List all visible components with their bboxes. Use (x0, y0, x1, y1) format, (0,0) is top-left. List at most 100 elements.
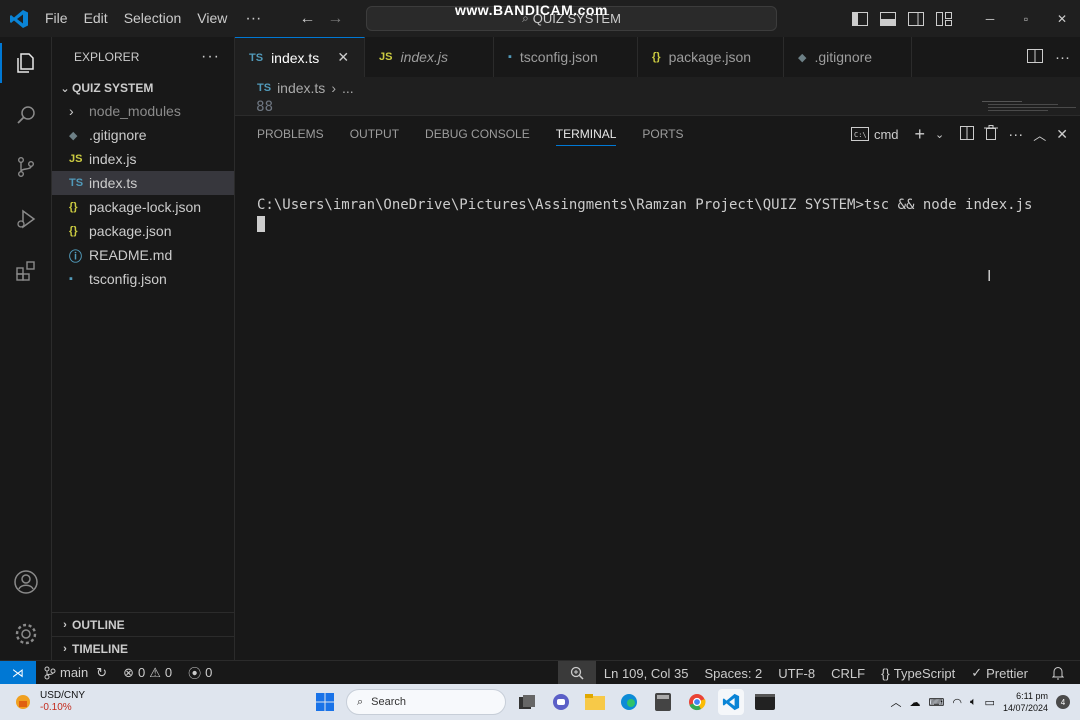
breadcrumb-rest[interactable]: ... (342, 80, 354, 96)
accounts-icon[interactable] (0, 556, 52, 608)
terminal-taskbar-icon[interactable] (752, 689, 778, 715)
tree-item-readme[interactable]: ⓘ README.md (52, 243, 234, 267)
weather-tray-icon[interactable]: ☁ (909, 696, 920, 709)
tab-problems[interactable]: PROBLEMS (257, 116, 324, 152)
js-icon: JS (379, 51, 393, 63)
taskbar-search[interactable]: ⌕ Search (346, 689, 506, 715)
folder-quiz-system[interactable]: ⌄ QUIZ SYSTEM (52, 77, 234, 99)
tab-terminal[interactable]: TERMINAL (555, 116, 616, 152)
outline-label: OUTLINE (72, 617, 125, 632)
menu-selection[interactable]: Selection (116, 0, 190, 37)
encoding[interactable]: UTF-8 (770, 661, 823, 685)
code-line[interactable]: 88 let question5 = await inquirer.prompt… (235, 99, 1080, 115)
minimap[interactable] (980, 99, 1080, 115)
menu-view[interactable]: View (189, 0, 235, 37)
tree-item-package-json[interactable]: {} package.json (52, 219, 234, 243)
panel-more-icon[interactable]: ··· (1008, 126, 1023, 143)
tsconfig-icon: ▪ (69, 273, 73, 285)
timeline-section[interactable]: › TIMELINE (52, 636, 235, 660)
ports-indicator[interactable]: ⦿ 0 (180, 661, 220, 685)
tab-ports[interactable]: PORTS (642, 116, 683, 152)
task-view-icon[interactable] (514, 689, 540, 715)
terminal-shell-selector[interactable]: C:\ cmd (850, 127, 899, 142)
remote-indicator-icon[interactable]: ⋊ (0, 660, 36, 685)
toggle-panel-icon[interactable] (874, 0, 902, 37)
chrome-browser-icon[interactable] (684, 689, 710, 715)
problems-indicator[interactable]: ⊗ 0 ⚠ 0 (115, 661, 180, 685)
widgets-ticker[interactable]: USD/CNY -0.10% (0, 690, 85, 714)
customize-layout-icon[interactable] (930, 0, 958, 37)
tab-gitignore[interactable]: ◆ .gitignore (784, 37, 912, 77)
trash-icon[interactable] (984, 125, 999, 143)
settings-gear-icon[interactable] (0, 608, 52, 660)
keyboard-icon[interactable]: ⌨ (928, 696, 944, 709)
breadcrumb-file[interactable]: index.ts (277, 80, 325, 96)
menu-file[interactable]: File (37, 0, 76, 37)
outline-section[interactable]: › OUTLINE (52, 612, 235, 636)
battery-icon[interactable]: ▭ (985, 696, 995, 709)
json-icon: {} (652, 51, 661, 63)
maximize-button[interactable]: ▫ (1008, 0, 1044, 37)
tab-index-js[interactable]: JS index.js (365, 37, 494, 77)
language-mode[interactable]: {} TypeScript (873, 661, 963, 685)
tree-item-node-modules[interactable]: › node_modules (52, 99, 234, 123)
tree-item-tsconfig[interactable]: ▪ tsconfig.json (52, 267, 234, 291)
search-sidebar-icon[interactable] (0, 89, 52, 141)
wifi-icon[interactable]: ◠ (952, 696, 962, 709)
forward-arrow-icon[interactable]: → (321, 10, 349, 28)
menu-edit[interactable]: Edit (76, 0, 116, 37)
split-terminal-icon[interactable] (960, 125, 975, 143)
extensions-icon[interactable] (0, 245, 52, 297)
prettier-status[interactable]: ✓ Prettier (963, 661, 1036, 685)
edge-browser-icon[interactable] (616, 689, 642, 715)
tab-tsconfig[interactable]: ▪ tsconfig.json (494, 37, 638, 77)
tab-label: .gitignore (814, 49, 873, 65)
tree-item-label: package.json (89, 223, 172, 239)
calculator-icon[interactable] (650, 689, 676, 715)
branch-indicator[interactable]: main ↻ (36, 661, 115, 685)
toggle-secondary-sidebar-icon[interactable] (902, 0, 930, 37)
tab-output[interactable]: OUTPUT (350, 116, 399, 152)
explorer-icon[interactable] (0, 37, 52, 89)
run-debug-icon[interactable] (0, 193, 52, 245)
close-window-button[interactable]: ✕ (1044, 0, 1080, 37)
notifications-bell-icon[interactable] (1036, 661, 1080, 685)
tab-package-json[interactable]: {} package.json (638, 37, 784, 77)
tree-item-index-js[interactable]: JS index.js (52, 147, 234, 171)
back-arrow-icon[interactable]: ← (293, 10, 321, 28)
windows-start-icon[interactable] (312, 689, 338, 715)
status-right: Ln 109, Col 35 Spaces: 2 UTF-8 CRLF {} T… (557, 661, 1080, 685)
close-tab-icon[interactable]: ✕ (337, 49, 349, 66)
notification-badge[interactable]: 4 (1056, 695, 1070, 709)
sync-icon[interactable]: ↻ (96, 665, 107, 681)
tree-item-package-lock[interactable]: {} package-lock.json (52, 195, 234, 219)
maximize-panel-icon[interactable]: ︿ (1033, 125, 1046, 144)
chevron-down-icon[interactable]: ⌄ (935, 128, 944, 141)
editor-more-icon[interactable]: ··· (1055, 49, 1070, 66)
tab-debug-console[interactable]: DEBUG CONSOLE (425, 116, 530, 152)
file-explorer-icon[interactable] (582, 689, 608, 715)
taskbar-clock[interactable]: 6:11 pm 14/07/2024 (1003, 690, 1048, 714)
tree-item-index-ts[interactable]: TS index.ts (52, 171, 234, 195)
menu-more-icon[interactable]: ··· (235, 10, 271, 28)
source-control-icon[interactable] (0, 141, 52, 193)
new-terminal-plus-icon[interactable]: + (915, 124, 926, 145)
end-of-line[interactable]: CRLF (823, 661, 873, 685)
vscode-taskbar-icon[interactable] (718, 689, 744, 715)
tab-index-ts[interactable]: TS index.ts ✕ (235, 37, 365, 77)
split-editor-icon[interactable] (1027, 48, 1043, 66)
zoom-icon[interactable] (557, 661, 596, 685)
indentation[interactable]: Spaces: 2 (696, 661, 770, 685)
volume-icon[interactable]: 🔈︎ (970, 696, 977, 709)
ports-count: 0 (205, 665, 213, 680)
tree-item-gitignore[interactable]: ◆ .gitignore (52, 123, 234, 147)
minimize-button[interactable]: ─ (972, 0, 1008, 37)
chat-app-icon[interactable] (548, 689, 574, 715)
close-panel-icon[interactable]: ✕ (1056, 126, 1068, 143)
explorer-more-icon[interactable]: ··· (201, 48, 220, 66)
tray-overflow-icon[interactable]: ︿ (890, 694, 901, 710)
terminal-command-line[interactable]: C:\Users\imran\OneDrive\Pictures\Assingm… (257, 197, 1032, 213)
title-bar: File Edit Selection View ··· ← → ⌕ QUIZ … (0, 0, 1080, 37)
toggle-sidebar-icon[interactable] (846, 0, 874, 37)
cursor-position[interactable]: Ln 109, Col 35 (596, 661, 697, 685)
